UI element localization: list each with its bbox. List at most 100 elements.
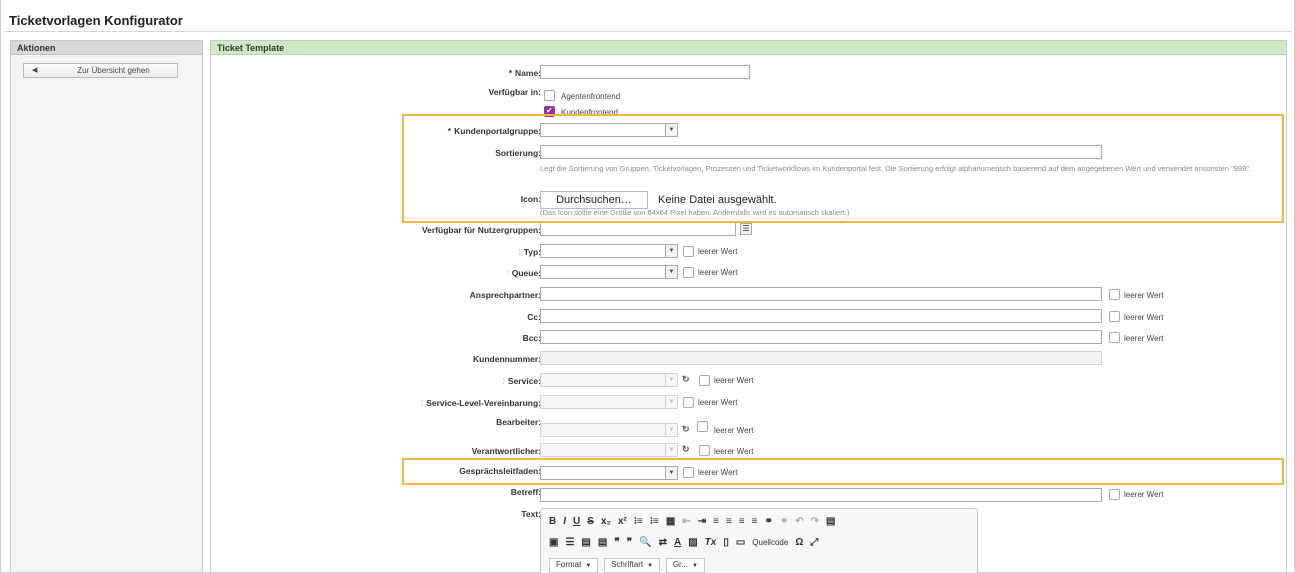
service-select: ▼ bbox=[540, 373, 678, 387]
responsible-label: Verantwortlicher: bbox=[471, 446, 541, 456]
chevron-down-icon: ▼ bbox=[665, 396, 677, 408]
text-label: Text: bbox=[521, 509, 541, 519]
indent-icon[interactable]: ⇥ bbox=[698, 516, 706, 527]
size-dropdown[interactable]: Gr... ▼ bbox=[665, 558, 705, 573]
agent-frontend-label: Agentenfrontend bbox=[561, 92, 621, 101]
bcc-empty-checkbox[interactable] bbox=[1109, 332, 1120, 343]
link-icon[interactable]: ⚭ bbox=[764, 516, 772, 527]
refresh-icon[interactable]: ↻ bbox=[682, 444, 690, 455]
usergroups-label: Verfügbar für Nutzergruppen: bbox=[421, 225, 541, 235]
align-left-icon[interactable]: ≡ bbox=[713, 516, 719, 527]
background-color-icon[interactable]: ▨ bbox=[688, 537, 697, 548]
queue-select[interactable]: ▼ bbox=[540, 265, 678, 279]
bcc-input[interactable] bbox=[540, 330, 1102, 344]
overview-button[interactable]: ◀ Zur Übersicht gehen bbox=[23, 63, 178, 78]
italic-icon[interactable]: I bbox=[563, 516, 566, 527]
sla-empty-label: leerer Wert bbox=[698, 398, 738, 407]
fullscreen-icon[interactable]: ⤢ bbox=[810, 537, 818, 548]
page-title: Ticketvorlagen Konfigurator bbox=[9, 13, 183, 28]
format-label: Format bbox=[556, 560, 582, 569]
bold-icon[interactable]: B bbox=[549, 516, 556, 527]
subject-empty-label: leerer Wert bbox=[1124, 490, 1164, 499]
align-center-icon[interactable]: ≡ bbox=[726, 516, 732, 527]
paste-text-icon[interactable]: ▤ bbox=[581, 537, 590, 548]
table-icon[interactable]: ▦ bbox=[666, 516, 675, 527]
align-right-icon[interactable]: ≡ bbox=[739, 516, 745, 527]
source-icon[interactable]: ▭ bbox=[736, 537, 745, 548]
queue-empty-checkbox[interactable] bbox=[683, 267, 694, 278]
image-icon[interactable]: ▣ bbox=[549, 537, 558, 548]
usergroups-input[interactable] bbox=[540, 222, 736, 236]
text-color-icon[interactable]: A bbox=[674, 537, 681, 548]
subject-label: Betreff: bbox=[510, 487, 541, 497]
chevron-down-icon: ▼ bbox=[665, 424, 677, 436]
rich-text-editor[interactable]: B I U Sx₂ x² ⁝≡ ⁝≡ ▦ ⇤ ⇥ ≡ ≡ ≡ ≡ ⚭ ⚭ ↶ ↷ ▤ ▣ ☰ ▤ ▤ ❞ ❞ 🔍 ⇄ A ▨ Tx ▯ ▭ Q… bbox=[540, 508, 978, 573]
title-divider bbox=[4, 31, 1291, 32]
sla-empty-checkbox[interactable] bbox=[683, 397, 694, 408]
available-label: Verfügbar in: bbox=[488, 87, 541, 97]
actions-sidebar: Aktionen ◀ Zur Übersicht gehen bbox=[10, 40, 203, 573]
chevron-down-icon: ▼ bbox=[665, 266, 677, 278]
remove-format-icon[interactable]: Tx bbox=[705, 537, 717, 548]
paste-word-icon[interactable]: ▤ bbox=[598, 537, 607, 548]
type-select[interactable]: ▼ bbox=[540, 244, 678, 258]
underline-icon[interactable]: U bbox=[573, 516, 580, 527]
unlink-icon[interactable]: ⚭ bbox=[780, 516, 788, 527]
sla-label: ⁞ Service-Level-Vereinbarung: bbox=[420, 398, 541, 408]
blockquote-split-icon[interactable]: ❞ bbox=[627, 537, 632, 548]
responsible-select: ▼ bbox=[540, 443, 678, 457]
undo-icon[interactable]: ↶ bbox=[795, 516, 803, 527]
format-dropdown[interactable]: Format ▼ bbox=[549, 558, 599, 573]
name-input[interactable] bbox=[540, 65, 750, 79]
service-empty-checkbox[interactable] bbox=[699, 375, 710, 386]
font-dropdown[interactable]: Schriftart ▼ bbox=[604, 558, 661, 573]
chevron-down-icon: ▼ bbox=[665, 245, 677, 257]
show-blocks-icon[interactable]: ▯ bbox=[723, 537, 729, 548]
bullet-list-icon[interactable]: ⁝≡ bbox=[650, 516, 659, 527]
subject-empty-checkbox[interactable] bbox=[1109, 489, 1120, 500]
owner-select: ▼ bbox=[540, 423, 678, 437]
horizontal-rule-icon[interactable]: ☰ bbox=[565, 537, 574, 548]
font-label: Schriftart bbox=[611, 560, 644, 569]
subject-input[interactable] bbox=[540, 488, 1102, 502]
size-label: Gr... bbox=[672, 560, 688, 569]
owner-empty-checkbox[interactable] bbox=[697, 421, 708, 432]
chevron-down-icon: ▼ bbox=[691, 563, 698, 569]
contact-empty-checkbox[interactable] bbox=[1109, 289, 1120, 300]
chevron-down-icon: ▼ bbox=[585, 563, 592, 569]
bcc-label: Bcc: bbox=[522, 333, 541, 343]
agent-frontend-checkbox[interactable] bbox=[544, 90, 555, 101]
queue-empty-label: leerer Wert bbox=[698, 268, 738, 277]
refresh-icon[interactable]: ↻ bbox=[682, 424, 690, 435]
chevron-down-icon: ▼ bbox=[665, 374, 677, 386]
name-label: * Name: bbox=[508, 68, 541, 78]
customer-number-label: Kundennummer: bbox=[473, 354, 541, 364]
owner-empty-label: leerer Wert bbox=[714, 426, 754, 435]
replace-icon[interactable]: ⇄ bbox=[659, 537, 667, 548]
blockquote-icon[interactable]: ❞ bbox=[614, 537, 619, 548]
strikethrough-icon[interactable]: S bbox=[587, 516, 594, 527]
template-icon[interactable]: ▤ bbox=[826, 516, 835, 527]
responsible-empty-checkbox[interactable] bbox=[699, 445, 710, 456]
outdent-icon[interactable]: ⇤ bbox=[682, 516, 690, 527]
contact-input[interactable] bbox=[540, 287, 1102, 301]
numbered-list-icon[interactable]: ⁝≡ bbox=[634, 516, 643, 527]
superscript-icon[interactable]: x² bbox=[618, 516, 627, 527]
source-label[interactable]: Quellcode bbox=[752, 538, 788, 547]
cc-label: Cc: bbox=[527, 312, 541, 322]
overview-button-label: Zur Übersicht gehen bbox=[77, 66, 150, 75]
subscript-icon[interactable]: x₂ bbox=[601, 516, 611, 527]
justify-icon[interactable]: ≡ bbox=[752, 516, 758, 527]
refresh-icon[interactable]: ↻ bbox=[682, 374, 690, 385]
omega-icon[interactable]: Ω bbox=[795, 537, 803, 548]
type-empty-checkbox[interactable] bbox=[683, 246, 694, 257]
cc-empty-checkbox[interactable] bbox=[1109, 311, 1120, 322]
responsible-empty-label: leerer Wert bbox=[714, 447, 754, 456]
cc-empty-label: leerer Wert bbox=[1124, 313, 1164, 322]
owner-label: Bearbeiter: bbox=[496, 417, 541, 427]
list-icon[interactable]: ☰ bbox=[740, 223, 752, 235]
sla-select: ▼ bbox=[540, 395, 678, 409]
find-icon[interactable]: 🔍 bbox=[639, 537, 651, 548]
cc-input[interactable] bbox=[540, 309, 1102, 323]
redo-icon[interactable]: ↷ bbox=[811, 516, 819, 527]
